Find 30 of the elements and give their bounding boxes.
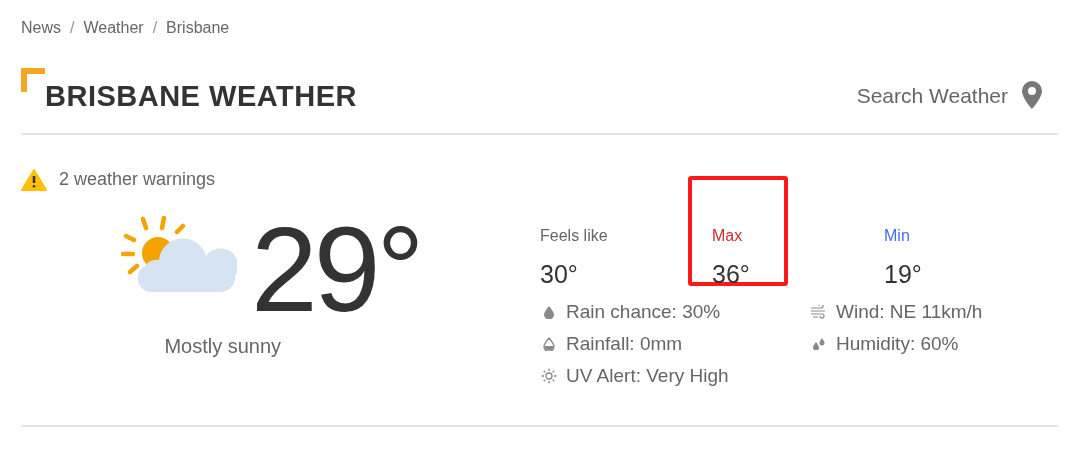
location-pin-icon (1022, 81, 1042, 110)
warning-icon (21, 168, 47, 191)
weather-detail: Rain chance: 30% (566, 299, 721, 324)
stat-value: 19° (884, 259, 923, 290)
page-title: BRISBANE WEATHER (45, 82, 357, 111)
search-weather-button[interactable]: Search Weather (856, 79, 1042, 111)
breadcrumb-link[interactable]: Brisbane (166, 16, 230, 40)
current-temperature: 29° (251, 209, 421, 329)
raindrop-icon (543, 305, 555, 319)
stat-value: 36° (712, 259, 751, 290)
warnings-text: 2 weather warnings (59, 168, 216, 191)
stat-label: Max (712, 226, 744, 246)
breadcrumb-separator: / (70, 18, 75, 38)
corner-bracket-icon (21, 68, 45, 92)
droplets-icon (812, 338, 826, 350)
breadcrumb-separator: / (152, 18, 158, 38)
weather-detail: Rainfall: 0mm (566, 331, 683, 356)
weather-detail: Wind: NE 11km/h (836, 299, 983, 324)
sun-icon (541, 368, 557, 384)
weather-detail: UV Alert: Very High (566, 363, 729, 388)
weather-condition: Mostly sunny (164, 334, 282, 359)
breadcrumb-link[interactable]: News (21, 16, 61, 40)
weather-detail: Humidity: 60% (836, 331, 959, 356)
stat-label: Feels like (540, 226, 609, 246)
stat-label: Min (884, 226, 911, 246)
breadcrumb-link[interactable]: Weather (83, 16, 144, 40)
wind-icon (810, 305, 828, 319)
half-drop-icon (543, 337, 555, 351)
stat-value: 30° (540, 259, 579, 290)
partly-cloudy-icon (121, 216, 237, 292)
